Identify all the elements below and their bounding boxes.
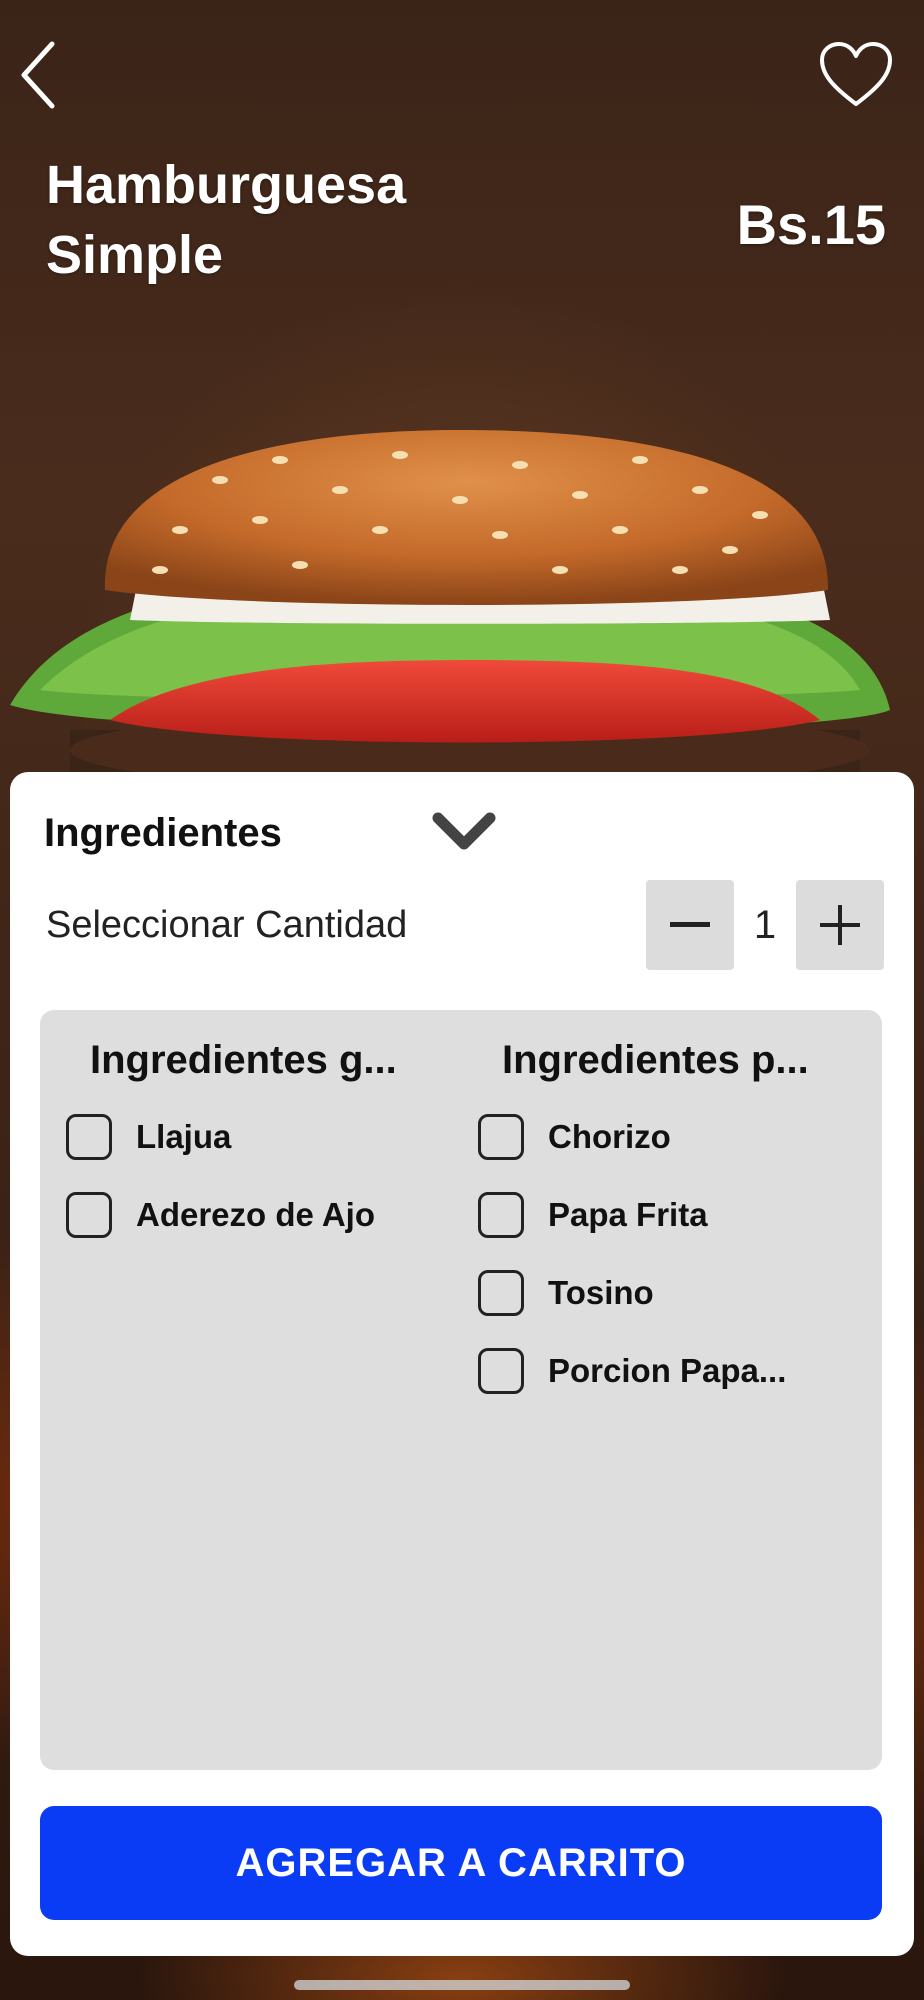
ingredient-label: Papa Frita (548, 1196, 708, 1233)
ingredient-label: Porcion Papa... (548, 1352, 787, 1389)
checkbox[interactable] (66, 1114, 112, 1160)
ingredient-option[interactable]: Porcion Papa... (478, 1332, 858, 1410)
ingredient-option[interactable]: Papa Frita (478, 1176, 858, 1254)
section-title: Ingredientes (44, 811, 282, 855)
checkbox[interactable] (478, 1348, 524, 1394)
column-title: Ingredientes g... (90, 1038, 397, 1082)
chevron-down-icon[interactable] (430, 806, 498, 858)
ingredient-option[interactable]: Tosino (478, 1254, 858, 1332)
ingredient-label: Llajua (136, 1118, 232, 1155)
checkbox[interactable] (478, 1114, 524, 1160)
minus-icon (670, 922, 710, 927)
quantity-increase-button[interactable] (796, 880, 884, 970)
ingredients-sheet: Ingredientes Seleccionar Cantidad 1 Ingr… (10, 772, 914, 1956)
column-title: Ingredientes p... (502, 1038, 809, 1082)
add-to-cart-button[interactable]: AGREGAR A CARRITO (40, 1806, 882, 1920)
product-price: Bs.15 (736, 193, 886, 256)
ingredients-column-p: Ingredientes p... Chorizo Papa Frita Tos… (478, 1032, 858, 1410)
checkbox[interactable] (66, 1192, 112, 1238)
ingredient-label: Chorizo (548, 1118, 671, 1155)
ingredient-label: Aderezo de Ajo (136, 1196, 375, 1233)
back-icon[interactable] (14, 38, 64, 112)
checkbox[interactable] (478, 1192, 524, 1238)
product-title: Hamburguesa Simple (46, 155, 407, 285)
ingredients-panel: Ingredientes g... Llajua Aderezo de Ajo … (40, 1010, 882, 1770)
ingredient-option[interactable]: Llajua (66, 1098, 446, 1176)
ingredient-option[interactable]: Aderezo de Ajo (66, 1176, 446, 1254)
plus-icon (820, 905, 860, 945)
quantity-decrease-button[interactable] (646, 880, 734, 970)
ingredients-column-g: Ingredientes g... Llajua Aderezo de Ajo (66, 1032, 446, 1254)
heart-icon[interactable] (818, 40, 894, 110)
home-indicator (294, 1980, 630, 1990)
ingredient-option[interactable]: Chorizo (478, 1098, 858, 1176)
checkbox[interactable] (478, 1270, 524, 1316)
burger-image (10, 430, 890, 780)
quantity-value: 1 (753, 903, 777, 947)
ingredient-label: Tosino (548, 1274, 654, 1311)
quantity-label: Seleccionar Cantidad (46, 904, 408, 946)
